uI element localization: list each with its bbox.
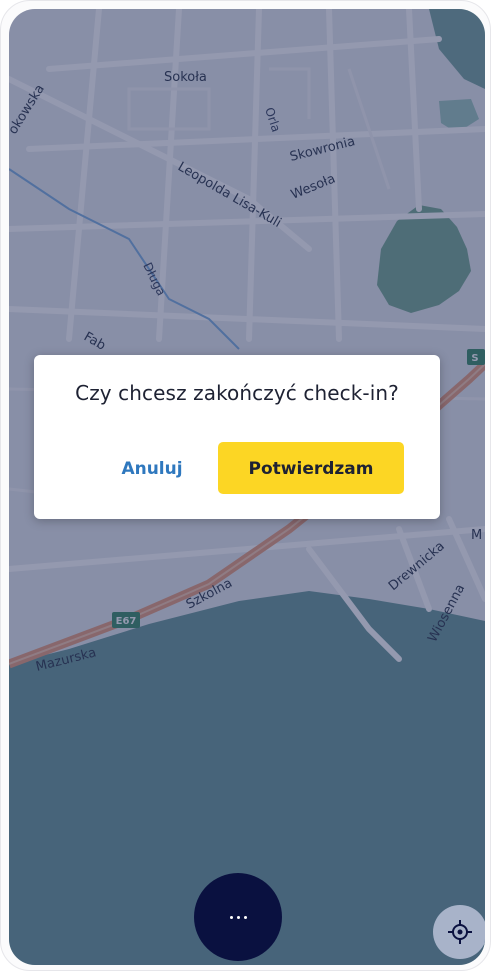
dialog-title: Czy chcesz zakończyć check-in? xyxy=(75,381,399,405)
confirm-dialog: Czy chcesz zakończyć check-in? Anuluj Po… xyxy=(34,355,440,519)
cancel-button[interactable]: Anuluj xyxy=(102,443,202,493)
map-screen: E67 Sokoła Orla Skowronia Wesoła Leopold… xyxy=(9,9,485,965)
confirm-button[interactable]: Potwierdzam xyxy=(218,442,404,494)
locate-button[interactable] xyxy=(433,905,485,959)
crosshair-icon xyxy=(448,920,472,944)
more-button[interactable] xyxy=(194,873,282,961)
device-frame: E67 Sokoła Orla Skowronia Wesoła Leopold… xyxy=(0,0,491,971)
more-horizontal-icon xyxy=(229,915,247,919)
